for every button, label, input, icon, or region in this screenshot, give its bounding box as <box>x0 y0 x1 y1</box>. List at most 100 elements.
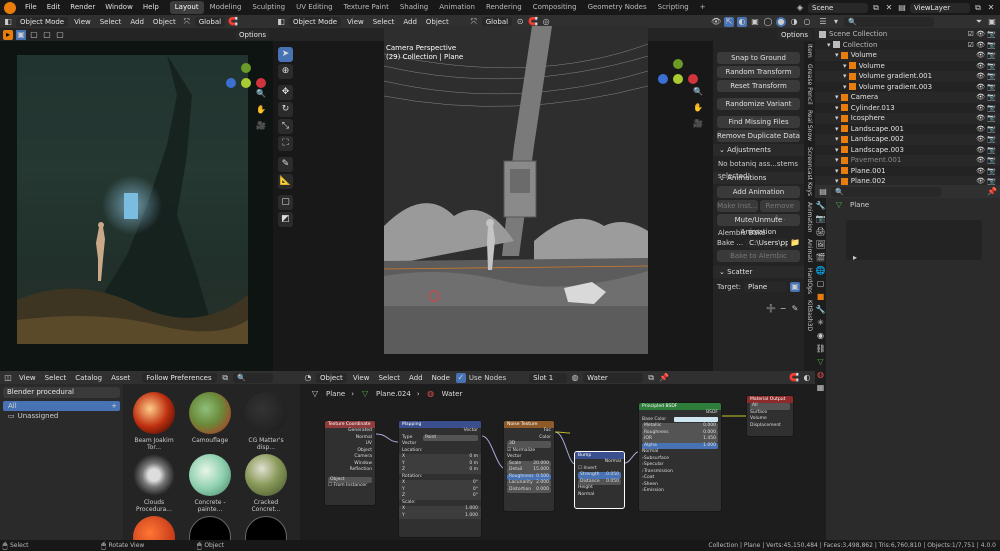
zoom-icon[interactable]: 🔍 <box>693 87 703 97</box>
remove-duplicate-data-button[interactable]: Remove Duplicate Data <box>717 130 800 142</box>
outliner-row[interactable]: ▾ Volume gradient.001 👁 📷 <box>815 71 1000 82</box>
noise-field-row[interactable]: Distortion 0.000 <box>504 486 554 493</box>
outliner-row[interactable]: ▾ Landscape.001 👁 📷 <box>815 123 1000 134</box>
adjustments-panel-header[interactable]: ⌄ Adjustments <box>713 144 804 156</box>
copy-icon[interactable]: ⧉ <box>871 3 881 13</box>
camera-icon[interactable]: 📷 <box>987 83 996 91</box>
menu-edit[interactable]: Edit <box>42 0 66 15</box>
pivot-icon[interactable]: ⊙ <box>515 17 525 27</box>
base-color-swatch[interactable] <box>674 416 718 422</box>
import-method-icon[interactable]: ⧉ <box>220 373 230 383</box>
camera-icon[interactable]: 📷 <box>987 104 996 112</box>
annotate-tool-icon[interactable]: ✎ <box>278 157 293 172</box>
randomize-variant-button[interactable]: Randomize Variant <box>717 98 800 110</box>
main-mode-dropdown[interactable]: Object Mode <box>289 16 342 27</box>
expand-icon[interactable]: ▸ <box>850 253 860 263</box>
eye-icon[interactable]: 👁 <box>976 62 987 70</box>
outliner-row[interactable]: ▾ Volume 👁 📷 <box>815 60 1000 71</box>
eye-icon[interactable]: 👁 <box>976 156 987 164</box>
asset-menu-select[interactable]: Select <box>42 374 70 382</box>
make-instance-button[interactable]: Make Inst... <box>717 200 758 212</box>
camera-icon[interactable]: 📷 <box>987 146 996 154</box>
move-tool-icon[interactable]: ✥ <box>278 85 293 100</box>
snap-icon[interactable]: 🧲 <box>528 17 538 27</box>
asset-item[interactable]: CG Matter's disp... <box>239 392 293 451</box>
asset-item[interactable] <box>127 516 181 540</box>
camera-icon[interactable]: 📷 <box>987 167 996 175</box>
outliner-row[interactable]: ▾ Volume gradient.003 👁 📷 <box>815 81 1000 92</box>
scatter-edit-icon[interactable]: ✎ <box>790 304 800 314</box>
add-cube-tool-icon[interactable]: ▢ <box>278 195 293 210</box>
outliner-row[interactable]: ▾ Cylinder.013 👁 📷 <box>815 102 1000 113</box>
overlay-toggle-icon[interactable]: ◐ <box>737 16 747 27</box>
exclude-checkbox-icon[interactable]: ☑ <box>968 30 977 38</box>
gizmo-toggle-icon[interactable]: ⇱ <box>724 16 734 27</box>
outliner-row[interactable]: ▾ Pavement.001 👁 📷 <box>815 155 1000 166</box>
extra-tool-icon[interactable]: ◩ <box>278 212 293 227</box>
camera-icon[interactable]: 📷 <box>987 93 996 101</box>
left-transform-dropdown[interactable]: Global <box>194 16 226 27</box>
display-mode-icon[interactable]: ▾ <box>831 17 841 27</box>
left-menu-add[interactable]: Add <box>127 18 147 26</box>
random-transform-button[interactable]: Random Transform <box>717 66 800 78</box>
menu-file[interactable]: File <box>20 0 42 15</box>
reset-transform-button[interactable]: Reset Transform <box>717 80 800 92</box>
node-texture-coordinate[interactable]: Texture Coordinate Generated Normal UV O… <box>324 420 376 506</box>
tab-compositing[interactable]: Compositing <box>528 1 582 14</box>
eye-icon[interactable]: 👁 <box>976 93 987 101</box>
eye-icon[interactable]: 👁 <box>976 30 987 38</box>
visibility-icon[interactable]: 👁 <box>711 17 721 27</box>
outliner-editor-icon[interactable]: ☰ <box>818 17 828 27</box>
pin-icon[interactable]: 📌 <box>659 373 669 383</box>
pan-hand-icon[interactable]: ✋ <box>693 103 703 113</box>
use-nodes-checkbox[interactable]: ✓ <box>455 372 466 383</box>
copy-icon[interactable]: ⧉ <box>646 373 656 383</box>
menu-help[interactable]: Help <box>138 0 164 15</box>
physics-tab-icon[interactable]: ◉ <box>816 331 826 341</box>
left-viewport[interactable]: 🔍 ✋ 🎥 <box>0 41 273 371</box>
gizmo-center-icon[interactable] <box>673 74 683 84</box>
asset-menu-asset[interactable]: Asset <box>108 374 133 382</box>
mute-unmute-animation-button[interactable]: Mute/Unmute Animation <box>717 214 800 236</box>
camera-icon[interactable]: 📷 <box>987 177 996 185</box>
outliner-row[interactable]: ▾ Icosphere 👁 📷 <box>815 113 1000 124</box>
node-mapping[interactable]: Mapping Vector Type Point Vector Location:… <box>398 420 482 538</box>
navigation-gizmo[interactable] <box>658 59 698 99</box>
tab-modeling[interactable]: Modeling <box>205 1 247 14</box>
select-tool-icon[interactable]: ➤ <box>278 47 293 62</box>
copy-icon[interactable]: ⧉ <box>973 3 983 13</box>
sidebar-tab-grease-pencil[interactable]: Grease Pencil <box>806 61 813 108</box>
node-material-output[interactable]: Material Output All Surface Volume Displ… <box>746 395 794 437</box>
type-dropdown[interactable]: Point <box>423 434 478 441</box>
tab-rendering[interactable]: Rendering <box>481 1 527 14</box>
sidebar-tab-animati[interactable]: Animati <box>806 236 813 265</box>
bake-to-alembic-button[interactable]: Bake to Alembic <box>717 250 800 262</box>
outliner-row[interactable]: ▾ Landscape.003 👁 📷 <box>815 144 1000 155</box>
add-animation-button[interactable]: Add Animation <box>717 186 800 198</box>
sidebar-tab-kitbash3d[interactable]: KitBash3D <box>806 297 813 334</box>
filter-icon[interactable]: ⏷ <box>974 17 984 27</box>
node-bump[interactable]: Bump Normal ☐ Invert Strength 0.050 Dista… <box>574 451 625 509</box>
select-extend-icon[interactable]: ▢ <box>29 30 39 40</box>
shading-rendered-icon[interactable]: ○ <box>802 17 812 27</box>
asset-source-dropdown[interactable]: Blender procedural <box>3 387 120 398</box>
object-tab-icon[interactable]: ■ <box>816 292 826 302</box>
node-object-dropdown[interactable]: Object <box>316 372 347 383</box>
from-instancer-checkbox[interactable]: ☐ From Instancer <box>328 483 367 490</box>
camera-icon[interactable]: 📷 <box>987 125 996 133</box>
transform-orientation-icon[interactable]: ⤧ <box>182 17 192 27</box>
catalog-add-icon[interactable]: + <box>111 402 120 410</box>
camera-icon[interactable]: 📷 <box>987 114 996 122</box>
eye-icon[interactable]: 👁 <box>976 51 987 59</box>
scene-selector[interactable]: Scene <box>808 2 868 13</box>
asset-item[interactable]: Beam Joakim Tor... <box>127 392 181 451</box>
view-layer-selector[interactable]: ViewLayer <box>910 2 970 13</box>
gizmo-x-icon[interactable] <box>256 78 266 88</box>
material-tab-icon[interactable]: ◍ <box>816 370 826 380</box>
left-options-button[interactable]: Options <box>234 29 270 40</box>
asset-item[interactable] <box>183 516 237 540</box>
outliner-row[interactable]: ▾ Plane.001 👁 📷 <box>815 165 1000 176</box>
material-field[interactable]: Water <box>583 372 644 383</box>
left-menu-object[interactable]: Object <box>150 18 179 26</box>
main-options-button[interactable]: Options <box>776 29 812 40</box>
